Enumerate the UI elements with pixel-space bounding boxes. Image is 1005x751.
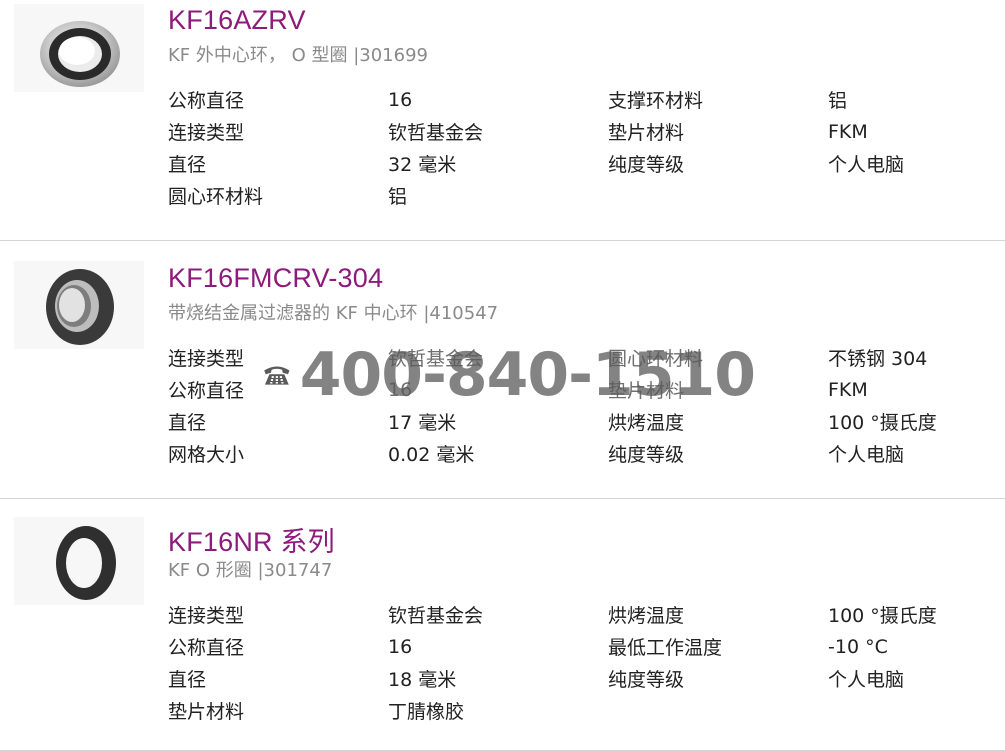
spec-label: 公称直径 [168, 90, 245, 113]
spec-value: 17 毫米 [388, 411, 457, 434]
spec-row: 连接类型 钦哲基金会 圆心环材料 不锈钢 304 [168, 342, 998, 374]
spec-row: 垫片材料 丁腈橡胶 [168, 694, 998, 726]
spec-value: 不锈钢 304 [828, 348, 928, 371]
filter-centering-ring-product-image[interactable] [14, 261, 144, 349]
product-subtitle: 带烧结金属过滤器的 KF 中心环 |410547 [168, 303, 499, 324]
spec-row: 网格大小 0.02 毫米 纯度等级 个人电脑 [168, 437, 998, 469]
spec-value: 16 [388, 88, 413, 111]
spec-label: 烘烤温度 [608, 605, 685, 628]
spec-value: 丁腈橡胶 [388, 700, 465, 723]
spec-row: 直径 17 毫米 烘烤温度 100 °摄氏度 [168, 406, 998, 438]
spec-value: 100 °摄氏度 [828, 411, 937, 434]
spec-value: FKM [828, 120, 868, 143]
spec-value: 16 [388, 378, 413, 401]
spec-row: 连接类型 钦哲基金会 垫片材料 FKM [168, 116, 998, 148]
spec-row: 公称直径 16 垫片材料 FKM [168, 374, 998, 406]
product-card: KF16AZRV KF 外中心环， O 型圈 |301699 公称直径 16 支… [0, 0, 1005, 241]
spec-label: 圆心环材料 [168, 185, 264, 208]
spec-row: 圆心环材料 铝 [168, 179, 998, 211]
spec-value: 铝 [388, 185, 408, 208]
spec-label: 连接类型 [168, 348, 245, 371]
spec-value: 个人电脑 [828, 668, 905, 691]
product-title-link[interactable]: KF16NR 系列 [168, 520, 335, 559]
spec-label: 最低工作温度 [608, 637, 723, 660]
spec-value: 钦哲基金会 [388, 605, 484, 628]
product-title-link[interactable]: KF16AZRV [168, 5, 306, 36]
spec-label: 直径 [168, 668, 207, 691]
spec-value: 32 毫米 [388, 153, 457, 176]
product-title-link[interactable]: KF16FMCRV-304 [168, 263, 383, 294]
spec-table: 连接类型 钦哲基金会 圆心环材料 不锈钢 304 公称直径 16 垫片材料 FK… [168, 342, 998, 469]
product-subtitle: KF 外中心环， O 型圈 |301699 [168, 45, 428, 66]
spec-label: 公称直径 [168, 380, 245, 403]
spec-label: 公称直径 [168, 637, 245, 660]
spec-label: 垫片材料 [168, 700, 245, 723]
spec-label: 连接类型 [168, 122, 245, 145]
spec-label: 连接类型 [168, 605, 245, 628]
spec-value: -10 °C [828, 635, 888, 658]
spec-value: 16 [388, 635, 413, 658]
spec-label: 支撑环材料 [608, 90, 704, 113]
spec-label: 直径 [168, 411, 207, 434]
spec-row: 公称直径 16 最低工作温度 -10 °C [168, 631, 998, 663]
spec-label: 纯度等级 [608, 668, 685, 691]
spec-label: 垫片材料 [608, 122, 685, 145]
product-card: KF16NR 系列 KF O 形圈 |301747 连接类型 钦哲基金会 烘烤温… [0, 499, 1005, 751]
spec-label: 垫片材料 [608, 380, 685, 403]
spec-value: FKM [828, 378, 868, 401]
spec-value: 钦哲基金会 [388, 122, 484, 145]
spec-label: 纯度等级 [608, 443, 685, 466]
spec-value: 个人电脑 [828, 443, 905, 466]
spec-label: 直径 [168, 153, 207, 176]
product-subtitle: KF O 形圈 |301747 [168, 560, 333, 581]
spec-label: 纯度等级 [608, 153, 685, 176]
product-card: KF16FMCRV-304 带烧结金属过滤器的 KF 中心环 |410547 连… [0, 241, 1005, 499]
spec-label: 圆心环材料 [608, 348, 704, 371]
centering-ring-product-image[interactable] [14, 4, 144, 92]
spec-table: 公称直径 16 支撑环材料 铝 连接类型 钦哲基金会 垫片材料 FKM 直径 3… [168, 84, 998, 211]
spec-value: 0.02 毫米 [388, 443, 475, 466]
spec-value: 18 毫米 [388, 668, 457, 691]
spec-value: 钦哲基金会 [388, 348, 484, 371]
spec-label: 烘烤温度 [608, 411, 685, 434]
spec-value: 铝 [828, 90, 848, 113]
spec-row: 公称直径 16 支撑环材料 铝 [168, 84, 998, 116]
spec-row: 直径 32 毫米 纯度等级 个人电脑 [168, 148, 998, 180]
spec-table: 连接类型 钦哲基金会 烘烤温度 100 °摄氏度 公称直径 16 最低工作温度 … [168, 599, 998, 726]
spec-value: 个人电脑 [828, 153, 905, 176]
spec-value: 100 °摄氏度 [828, 605, 937, 628]
spec-label: 网格大小 [168, 443, 245, 466]
spec-row: 直径 18 毫米 纯度等级 个人电脑 [168, 663, 998, 695]
spec-row: 连接类型 钦哲基金会 烘烤温度 100 °摄氏度 [168, 599, 998, 631]
o-ring-product-image[interactable] [14, 517, 144, 605]
